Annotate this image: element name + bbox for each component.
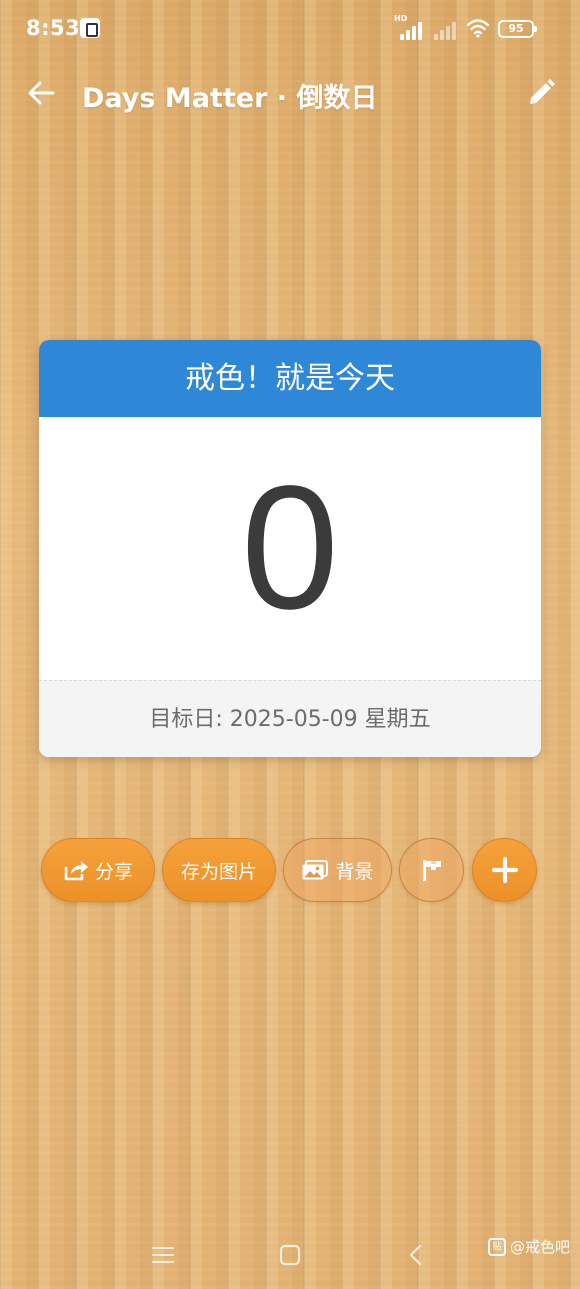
status-time: 8:53 bbox=[26, 16, 81, 40]
add-button[interactable] bbox=[472, 838, 537, 902]
watermark: 贴 @戒色吧 bbox=[487, 1236, 570, 1257]
chevron-left-icon bbox=[409, 1244, 422, 1266]
battery-icon: 95 bbox=[498, 20, 537, 38]
flag-button[interactable] bbox=[399, 838, 464, 902]
flag-icon bbox=[422, 860, 441, 881]
battery-level: 95 bbox=[508, 22, 524, 35]
status-bar: 8:53 HD 95 bbox=[0, 0, 580, 58]
app-bar: Days Matter · 倒数日 bbox=[0, 58, 580, 128]
share-button[interactable]: 分享 bbox=[41, 838, 155, 902]
back-nav-button[interactable] bbox=[402, 1241, 430, 1269]
menu-nav-button[interactable] bbox=[149, 1241, 177, 1269]
wifi-icon bbox=[466, 19, 490, 38]
arrow-left-icon bbox=[28, 81, 55, 105]
status-icons: HD 95 bbox=[394, 14, 548, 40]
action-bar: 分享 存为图片 背景 bbox=[0, 838, 580, 902]
share-icon bbox=[63, 859, 89, 881]
target-date: 目标日: 2025-05-09 星期五 bbox=[39, 680, 541, 757]
notification-app-icon bbox=[80, 18, 100, 38]
home-square-icon bbox=[279, 1244, 301, 1266]
back-button[interactable] bbox=[18, 70, 64, 116]
watermark-text: @戒色吧 bbox=[509, 1238, 570, 1256]
tieba-logo-icon: 贴 bbox=[487, 1237, 506, 1256]
page-title: Days Matter · 倒数日 bbox=[82, 83, 378, 114]
days-count: 0 bbox=[241, 450, 339, 646]
background-button[interactable]: 背景 bbox=[283, 838, 392, 902]
share-label: 分享 bbox=[94, 860, 133, 883]
signal-weak-icon bbox=[432, 18, 460, 40]
background-label: 背景 bbox=[335, 860, 374, 883]
image-icon bbox=[301, 859, 329, 881]
save-image-label: 存为图片 bbox=[180, 860, 257, 883]
countdown-card[interactable]: 戒色！就是今天 0 目标日: 2025-05-09 星期五 bbox=[39, 340, 541, 757]
network-type-label: HD bbox=[394, 14, 408, 23]
save-image-button[interactable]: 存为图片 bbox=[162, 838, 276, 902]
edit-button[interactable] bbox=[518, 70, 564, 116]
plus-icon bbox=[491, 856, 518, 884]
home-nav-button[interactable] bbox=[276, 1241, 304, 1269]
menu-icon bbox=[152, 1247, 174, 1263]
pencil-icon bbox=[530, 79, 555, 104]
signal-strong-icon: HD bbox=[394, 14, 426, 40]
event-title: 戒色！就是今天 bbox=[39, 340, 541, 417]
